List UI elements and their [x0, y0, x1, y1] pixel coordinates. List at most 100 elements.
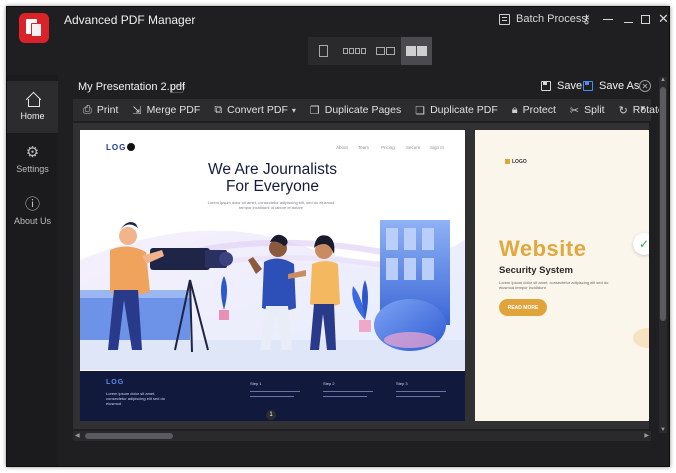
horizontal-scrollbar[interactable]: ◀ ▶ — [73, 431, 651, 441]
save-button[interactable]: Save — [541, 80, 582, 92]
page-viewer: LOG About Team Pricing Secure Sign In We… — [73, 123, 649, 429]
sidebar-item-about-us[interactable]: ⓘ About Us — [7, 185, 58, 237]
maximize-icon[interactable] — [641, 11, 650, 27]
page2-paragraph: Lorem ipsum dolor sit amet, consectetur … — [499, 280, 609, 290]
page-thumbnail-1[interactable]: LOG About Team Pricing Secure Sign In We… — [80, 130, 465, 421]
pdf-manager-logo-icon — [19, 13, 49, 43]
chevron-down-icon: ▾ — [291, 105, 296, 115]
batch-process-label: Batch Process — [516, 13, 587, 25]
save-as-icon — [583, 81, 593, 91]
save-icon — [541, 81, 551, 91]
hamburger-menu-icon[interactable] — [603, 11, 613, 27]
lock-icon: 🔒︎ — [511, 103, 518, 116]
sidebar-item-label: Home — [20, 111, 45, 121]
sidebar-item-label: Settings — [16, 163, 49, 174]
batch-process-button[interactable]: Batch Process — [499, 11, 587, 27]
app-window: Advanced PDF Manager Batch Process ⚷ ✕ H… — [6, 6, 670, 467]
page1-heading-line1: We Are Journalists — [208, 161, 337, 178]
save-as-label: Save As — [599, 80, 640, 92]
checkmark-icon: ✓ — [633, 233, 649, 255]
rotate-icon: ↻ — [618, 104, 628, 117]
merge-icon: ⇲ — [132, 104, 142, 117]
page1-nav-item: Team — [358, 145, 370, 150]
duplicate-pdf-label: Duplicate PDF — [430, 104, 498, 116]
sidebar-item-label: About Us — [13, 215, 52, 226]
footer-line — [323, 391, 373, 392]
scroll-down-icon[interactable]: ▼ — [659, 427, 667, 433]
protect-button[interactable]: 🔒︎ Protect — [512, 104, 556, 117]
vertical-scroll-thumb[interactable] — [660, 87, 666, 321]
save-label: Save — [557, 80, 583, 92]
convert-icon: ⧉ — [214, 103, 223, 116]
page1-nav-item: Secure — [406, 145, 421, 150]
sidebar-item-home[interactable]: Home — [7, 81, 58, 133]
view-grid-small-button[interactable] — [339, 37, 370, 65]
sidebar: Home ⚙ Settings ⓘ About Us — [7, 75, 58, 466]
batch-process-icon — [499, 13, 510, 25]
info-icon: ⓘ — [24, 195, 40, 213]
page2-read-more-button: READ MORE — [499, 299, 547, 316]
close-document-icon[interactable]: ✕ — [639, 80, 651, 92]
gear-icon: ⚙ — [25, 143, 40, 161]
app-title: Advanced PDF Manager — [64, 13, 196, 27]
sidebar-item-settings[interactable]: ⚙ Settings — [7, 133, 58, 185]
view-mode-switcher — [308, 37, 432, 65]
scissors-icon: ✂ — [569, 104, 580, 117]
page1-footer-step: Step 2 — [323, 381, 335, 386]
page2-decoration — [633, 328, 649, 348]
page2-logo: LOGO — [505, 159, 527, 165]
journalists-illustration — [80, 220, 465, 370]
merge-pdf-label: Merge PDF — [146, 104, 201, 116]
document-header: My Presentation 2.pdf 🗁 Save Save As ✕ — [73, 77, 659, 101]
scroll-left-icon[interactable]: ◀ — [75, 432, 80, 439]
footer-line — [323, 396, 367, 397]
more-tools-chevron-icon[interactable]: ▾ — [640, 103, 645, 114]
split-button[interactable]: ✂ Split — [570, 104, 605, 117]
toolbar: ⎙ Print ⇲ Merge PDF ⧉ Convert PDF ▾ ❐ Duplica… — [73, 99, 664, 121]
horizontal-scroll-thumb[interactable] — [85, 433, 173, 439]
duplicate-pdf-icon: ❏ — [415, 104, 426, 117]
footer-line — [250, 396, 294, 397]
view-grid-large-button[interactable] — [401, 37, 432, 65]
protect-label: Protect — [522, 104, 556, 116]
save-as-button[interactable]: Save As — [583, 80, 639, 92]
print-label: Print — [96, 104, 119, 116]
duplicate-pdf-button[interactable]: ❏ Duplicate PDF — [415, 104, 498, 117]
title-bar: Advanced PDF Manager Batch Process ⚷ ✕ — [7, 7, 669, 43]
page2-subtitle: Security System — [499, 265, 573, 276]
file-name: My Presentation 2.pdf — [78, 81, 186, 93]
page1-nav-item: About — [336, 145, 348, 150]
page1-footer-step: Step 1 — [250, 381, 262, 386]
view-grid-medium-button[interactable] — [370, 37, 401, 65]
duplicate-pages-button[interactable]: ❐ Duplicate Pages — [310, 104, 401, 117]
minimize-icon[interactable] — [624, 11, 633, 27]
footer-line — [396, 396, 440, 397]
duplicate-pages-icon: ❐ — [309, 104, 320, 117]
duplicate-pages-label: Duplicate Pages — [324, 104, 402, 116]
page2-title: Website — [499, 236, 587, 261]
page1-nav-item: Pricing — [381, 145, 395, 150]
page1-footer-step: Step 3 — [396, 381, 408, 386]
scroll-up-icon[interactable]: ▲ — [659, 77, 667, 83]
footer-line — [396, 391, 446, 392]
page1-footer-logo: LOG — [106, 379, 125, 386]
close-icon[interactable]: ✕ — [658, 11, 669, 27]
vertical-scrollbar[interactable]: ▲ ▼ — [659, 77, 667, 433]
key-icon[interactable]: ⚷ — [582, 11, 591, 27]
view-single-page-button[interactable] — [308, 37, 339, 65]
split-label: Split — [584, 104, 605, 116]
page-number-badge: 1 — [266, 410, 276, 420]
print-button[interactable]: ⎙ Print — [83, 104, 118, 117]
page1-footer-text: Lorem ipsum dolor sit amet, consectetur … — [106, 391, 165, 406]
open-folder-icon[interactable]: 🗁 — [171, 80, 186, 101]
merge-pdf-button[interactable]: ⇲ Merge PDF — [132, 104, 200, 117]
page-thumbnail-2[interactable]: LOGO Website Security System Lorem ipsum… — [475, 130, 649, 421]
page1-logo: LOG — [106, 143, 136, 152]
convert-pdf-label: Convert PDF — [227, 104, 288, 116]
printer-icon: ⎙ — [83, 103, 92, 116]
page1-nav-item: Sign In — [430, 145, 445, 150]
scroll-right-icon[interactable]: ▶ — [644, 432, 649, 439]
convert-pdf-button[interactable]: ⧉ Convert PDF ▾ — [214, 104, 296, 117]
footer-line — [250, 391, 300, 392]
home-icon — [26, 93, 40, 107]
